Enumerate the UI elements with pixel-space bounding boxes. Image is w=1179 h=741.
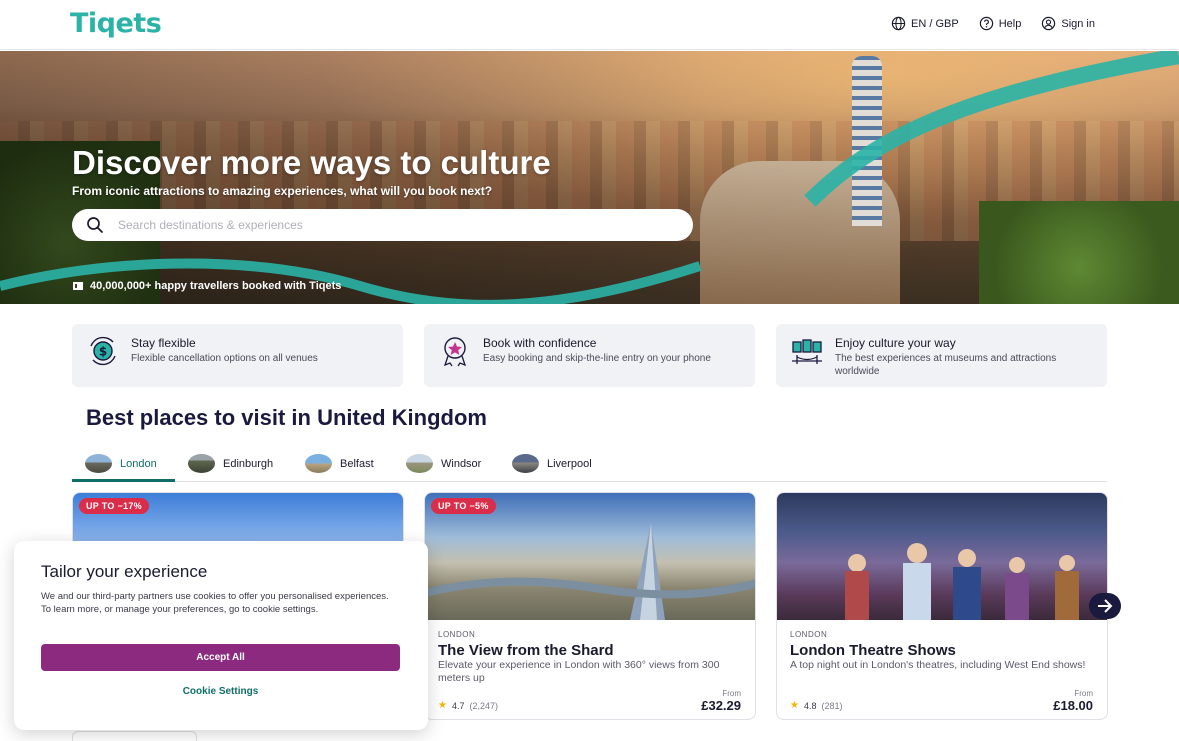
price-from-label: From — [722, 689, 741, 698]
star-icon: ★ — [438, 700, 447, 711]
cookie-consent-dialog: Tailor your experience We and our third-… — [14, 541, 428, 730]
feature-stay-flexible: $ Stay flexible Flexible cancellation op… — [72, 324, 403, 387]
review-count: (2,247) — [469, 700, 499, 711]
carousel-next-button[interactable] — [1089, 593, 1121, 619]
help-icon — [979, 16, 993, 31]
search-icon — [87, 217, 103, 233]
cookie-settings-button[interactable]: Cookie Settings — [41, 681, 400, 701]
feature-book-with-confidence: Book with confidence Easy booking and sk… — [424, 324, 755, 387]
card-description: A top night out in London's theatres, in… — [790, 659, 1086, 671]
accept-all-button[interactable]: Accept All — [41, 644, 400, 671]
sign-in-button[interactable]: Sign in — [1041, 16, 1095, 31]
feature-title: Book with confidence — [483, 336, 597, 350]
sign-in-label: Sign in — [1061, 17, 1095, 30]
cookie-dialog-text: We and our third-party partners use cook… — [41, 591, 389, 615]
product-card[interactable]: LONDON London Theatre Shows A top night … — [776, 492, 1108, 720]
globe-icon — [891, 16, 906, 31]
tab-label: London — [120, 457, 157, 470]
cookie-dialog-title: Tailor your experience — [41, 562, 208, 581]
card-price: £18.00 — [1053, 698, 1093, 713]
tab-edinburgh[interactable]: Edinburgh — [188, 446, 273, 481]
card-rating: ★ 4.7 (2,247) — [438, 700, 498, 711]
liverpool-thumbnail — [512, 454, 539, 473]
card-city: LONDON — [438, 630, 476, 639]
city-tabs: London Edinburgh Belfast Windsor Liverpo… — [72, 442, 1107, 482]
feature-desc: The best experiences at museums and attr… — [835, 353, 1057, 377]
belfast-thumbnail — [305, 454, 332, 473]
discount-badge: UP TO −17% — [79, 498, 149, 514]
ticket-star-icon — [443, 337, 467, 367]
card-rating: ★ 4.8 (281) — [790, 700, 843, 711]
help-button[interactable]: Help — [979, 16, 1022, 31]
tab-label: Liverpool — [547, 457, 592, 470]
rating-value: 4.8 — [803, 700, 817, 711]
tab-liverpool[interactable]: Liverpool — [512, 446, 592, 481]
review-count: (281) — [821, 700, 843, 711]
feature-title: Enjoy culture your way — [835, 336, 956, 350]
language-currency-label: EN / GBP — [911, 17, 959, 30]
museum-icon — [792, 339, 822, 364]
card-city: LONDON — [790, 630, 828, 639]
tab-label: Windsor — [441, 457, 482, 470]
section-title: Best places to visit in United Kingdom — [86, 405, 487, 430]
ticket-icon — [73, 282, 83, 290]
hero-stat-text: 40,000,000+ happy travellers booked with… — [90, 280, 342, 292]
price-from-label: From — [1074, 689, 1093, 698]
tab-windsor[interactable]: Windsor — [406, 446, 481, 481]
partial-element-bottom — [72, 731, 197, 741]
hero-banner: Discover more ways to culture From iconi… — [0, 51, 1179, 304]
search-bar[interactable] — [72, 209, 693, 241]
tab-london[interactable]: London — [85, 446, 157, 481]
tab-label: Belfast — [340, 457, 374, 470]
hero-subtitle: From iconic attractions to amazing exper… — [72, 184, 493, 198]
tiqets-logo[interactable]: Tiqets — [70, 8, 162, 39]
theatre-illustration — [845, 543, 1079, 620]
card-image — [777, 493, 1107, 620]
hero-stat: 40,000,000+ happy travellers booked with… — [72, 280, 341, 292]
svg-text:$: $ — [99, 345, 107, 359]
product-card[interactable]: UP TO −5% LONDON The View from the Shard… — [424, 492, 756, 720]
user-icon — [1042, 16, 1056, 31]
discount-badge: UP TO −5% — [431, 498, 496, 514]
london-thumbnail — [85, 454, 112, 473]
card-description: Elevate your experience in London with 3… — [438, 659, 720, 684]
tab-belfast[interactable]: Belfast — [305, 446, 374, 481]
card-price: £32.29 — [701, 698, 741, 713]
language-currency-button[interactable]: EN / GBP — [891, 16, 959, 31]
windsor-thumbnail — [406, 454, 433, 473]
card-title: The View from the Shard — [438, 642, 614, 659]
search-input[interactable] — [118, 218, 658, 232]
money-back-icon: $ — [90, 336, 116, 366]
hero-title: Discover more ways to culture — [72, 144, 551, 181]
feature-desc: Flexible cancellation options on all ven… — [131, 353, 318, 364]
active-tab-indicator — [72, 479, 175, 482]
arrow-right-icon — [1098, 599, 1113, 613]
feature-title: Stay flexible — [131, 336, 196, 350]
header-nav: EN / GBP Help Sign in — [891, 16, 1095, 31]
site-header: Tiqets EN / GBP Help Sign in — [0, 0, 1179, 50]
star-icon: ★ — [790, 700, 799, 711]
tab-label: Edinburgh — [223, 457, 274, 470]
rating-value: 4.7 — [451, 700, 465, 711]
help-label: Help — [998, 17, 1022, 30]
feature-enjoy-culture: Enjoy culture your way The best experien… — [776, 324, 1107, 387]
edinburgh-thumbnail — [188, 454, 215, 473]
card-title: London Theatre Shows — [790, 642, 956, 659]
feature-desc: Easy booking and skip-the-line entry on … — [483, 353, 711, 364]
